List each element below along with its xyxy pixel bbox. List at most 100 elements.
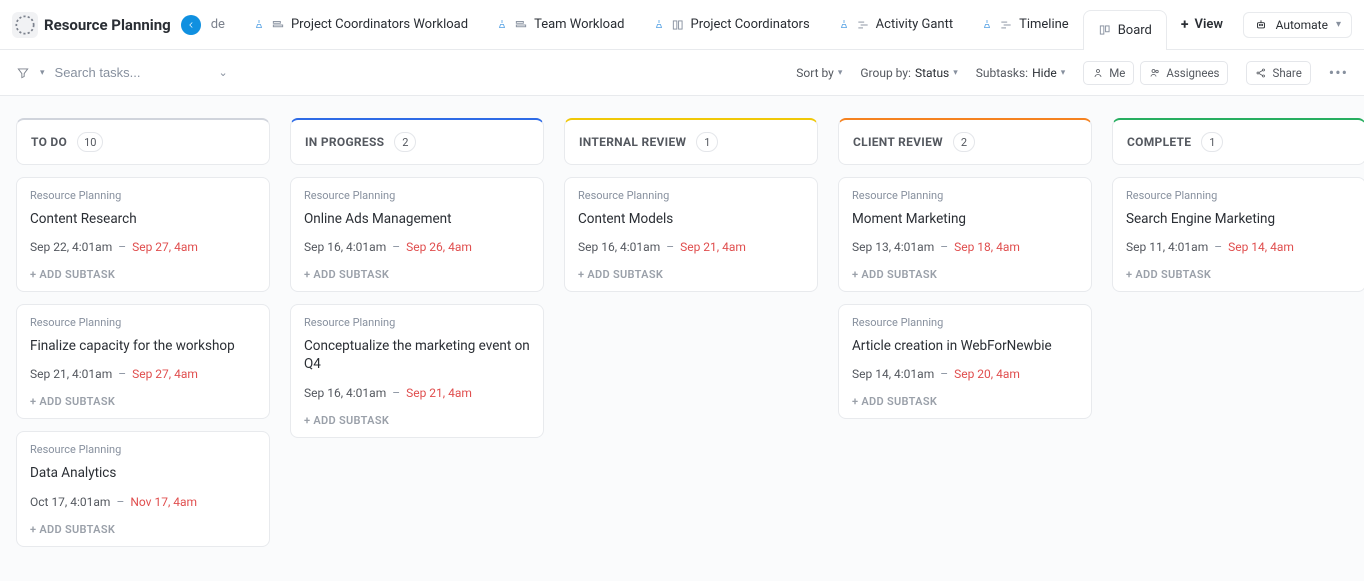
search-input[interactable] [55, 65, 215, 80]
gantt-icon [999, 18, 1013, 32]
project-icon [12, 12, 38, 38]
card-due-date: Sep 27, 4am [132, 367, 198, 381]
view-tab-partial[interactable]: de [207, 0, 239, 50]
card-project-label: Resource Planning [852, 316, 1078, 329]
person-icon [1092, 67, 1104, 79]
card-title[interactable]: Finalize capacity for the workshop [30, 337, 256, 355]
automate-button[interactable]: Automate ▾ [1243, 12, 1352, 38]
add-subtask-button[interactable]: + ADD SUBTASK [1126, 268, 1352, 281]
chevron-down-icon: ▾ [1336, 19, 1341, 30]
task-card[interactable]: Resource PlanningContent ResearchSep 22,… [16, 177, 270, 292]
group-value: Status [915, 66, 949, 80]
toolbar-right: Sort by ▾ Group by: Status ▾ Subtasks: H… [796, 61, 1348, 85]
view-tab-team-workload[interactable]: Team Workload [482, 0, 638, 50]
filter-chevron-icon[interactable]: ▾ [40, 68, 45, 78]
task-card[interactable]: Resource Planning Article creation in Web… [838, 304, 1092, 419]
board-column-inprogress: IN PROGRESS2 Resource Planning Online Ads … [290, 118, 544, 438]
column-header[interactable]: CLIENT REVIEW2 [838, 118, 1092, 165]
column-header[interactable]: IN PROGRESS2 [290, 118, 544, 165]
add-view-label: View [1195, 17, 1223, 32]
card-project-label: Resource Planning [304, 189, 530, 202]
me-filter-button[interactable]: Me [1083, 61, 1134, 85]
column-header[interactable]: INTERNAL REVIEW1 [564, 118, 818, 165]
search-expand-chevron-icon[interactable]: ⌄ [219, 66, 228, 79]
filter-icon[interactable] [16, 66, 30, 80]
pin-icon [253, 19, 265, 31]
card-project-label: Resource Planning [1126, 189, 1352, 202]
board-icon [1098, 23, 1112, 37]
view-tab-label: Team Workload [534, 17, 624, 32]
view-tab-activity-gantt[interactable]: Activity Gantt [824, 0, 967, 50]
add-subtask-button[interactable]: + ADD SUBTASK [852, 395, 1078, 408]
date-separator: – [118, 367, 126, 381]
add-view-button[interactable]: + View [1167, 0, 1229, 50]
automate-label: Automate [1276, 18, 1328, 32]
group-by-dropdown[interactable]: Group by: Status ▾ [860, 66, 957, 80]
add-subtask-button[interactable]: + ADD SUBTASK [30, 268, 256, 281]
header: Resource Planning de Project Coordinator… [0, 0, 1364, 50]
add-subtask-button[interactable]: + ADD SUBTASK [852, 268, 1078, 281]
card-due-date: Sep 21, 4am [680, 240, 746, 254]
card-title[interactable]: Content Models [578, 210, 804, 228]
task-card[interactable]: Resource PlanningMoment MarketingSep 13,… [838, 177, 1092, 292]
add-subtask-button[interactable]: + ADD SUBTASK [578, 268, 804, 281]
card-dates: Sep 11, 4:01am–Sep 14, 4am [1126, 240, 1352, 254]
add-subtask-button[interactable]: + ADD SUBTASK [304, 414, 530, 427]
card-title[interactable]: Online Ads Management [304, 210, 530, 228]
robot-icon [1254, 18, 1268, 32]
card-start-date: Sep 16, 4:01am [304, 240, 386, 254]
header-right-tools: Automate ▾ [1243, 12, 1352, 38]
pin-icon [653, 19, 665, 31]
card-start-date: Sep 11, 4:01am [1126, 240, 1208, 254]
task-card[interactable]: Resource Planning Online Ads Management Se… [290, 177, 544, 292]
view-tab-label: de [211, 17, 225, 32]
card-dates: Sep 22, 4:01am–Sep 27, 4am [30, 240, 256, 254]
view-tab-label: Timeline [1019, 17, 1069, 32]
card-title[interactable]: Moment Marketing [852, 210, 1078, 228]
card-title[interactable]: Data Analytics [30, 464, 256, 482]
add-subtask-button[interactable]: + ADD SUBTASK [30, 395, 256, 408]
list-icon [671, 18, 685, 32]
add-subtask-button[interactable]: + ADD SUBTASK [304, 268, 530, 281]
card-title[interactable]: Conceptualize the marketing event on Q4 [304, 337, 530, 373]
sort-by-dropdown[interactable]: Sort by ▾ [796, 66, 842, 80]
date-separator: – [392, 240, 400, 254]
card-project-label: Resource Planning [30, 316, 256, 329]
view-tab-pc-workload[interactable]: Project Coordinators Workload [239, 0, 482, 50]
subtasks-dropdown[interactable]: Subtasks: Hide ▾ [976, 66, 1065, 80]
column-header[interactable]: COMPLETE1 [1112, 118, 1364, 165]
view-tab-board[interactable]: Board [1083, 10, 1167, 50]
workload-icon [514, 18, 528, 32]
task-card[interactable]: Resource PlanningConceptualize the marke… [290, 304, 544, 437]
plus-icon: + [1181, 17, 1189, 33]
more-options-button[interactable]: ••• [1329, 63, 1348, 82]
card-dates: Sep 14, 4:01am–Sep 20, 4am [852, 367, 1078, 381]
card-title[interactable]: Article creation in WebForNewbie [852, 337, 1078, 355]
date-separator: – [118, 240, 126, 254]
chevron-down-icon: ▾ [953, 68, 958, 78]
subtasks-value: Hide [1032, 66, 1057, 80]
board: TO DO10Resource PlanningContent Research… [0, 96, 1364, 581]
view-tab-timeline[interactable]: Timeline [967, 0, 1083, 50]
task-card[interactable]: Resource Planning Finalize capacity for t… [16, 304, 270, 419]
share-button[interactable]: Share [1246, 61, 1310, 85]
task-card[interactable]: Resource PlanningData AnalyticsOct 17, 4… [16, 431, 270, 546]
card-title[interactable]: Content Research [30, 210, 256, 228]
board-column-internal: INTERNAL REVIEW1 Resource PlanningContent… [564, 118, 818, 292]
view-tab-pc[interactable]: Project Coordinators [639, 0, 824, 50]
subtasks-label: Subtasks: [976, 66, 1028, 80]
date-separator: – [116, 495, 124, 509]
add-subtask-button[interactable]: + ADD SUBTASK [30, 523, 256, 536]
pin-icon [981, 19, 993, 31]
task-card[interactable]: Resource Planning Search Engine Marketing… [1112, 177, 1364, 292]
toolbar-left: ▾ ⌄ [16, 65, 228, 80]
share-label: Share [1272, 66, 1301, 80]
scroll-views-left-button[interactable] [181, 15, 201, 35]
column-title: INTERNAL REVIEW [579, 135, 686, 149]
column-header[interactable]: TO DO10 [16, 118, 270, 165]
date-separator: – [940, 367, 948, 381]
card-title[interactable]: Search Engine Marketing [1126, 210, 1352, 228]
assignees-filter-button[interactable]: Assignees [1140, 61, 1228, 85]
task-card[interactable]: Resource PlanningContent ModelsSep 16, 4… [564, 177, 818, 292]
board-column-todo: TO DO10Resource PlanningContent Research… [16, 118, 270, 547]
